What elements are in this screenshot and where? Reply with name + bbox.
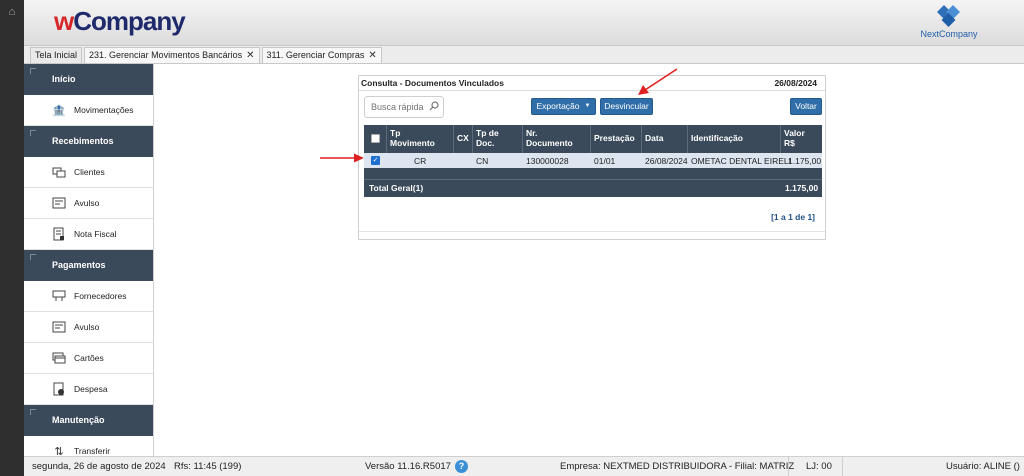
nextcompany-mark-icon (937, 5, 960, 27)
sidebar-item-movimentacoes[interactable]: 🏦 Movimentações (24, 95, 153, 126)
clients-icon (52, 165, 66, 179)
row-checkbox[interactable]: ✓ (371, 156, 380, 165)
cell-valor: 1.175,00 (788, 156, 822, 166)
caret-down-icon: ▼ (584, 103, 591, 110)
col-data[interactable]: Data (645, 133, 663, 143)
table-header: Tp Movimento CX Tp de Doc. Nr. Documento Pr… (364, 125, 822, 153)
documents-table: Tp Movimento CX Tp de Doc. Nr. Documento Pr… (364, 125, 822, 197)
cards-icon (52, 351, 66, 365)
nextcompany-logo: NextCompany (914, 5, 984, 41)
nextcompany-logo-text: NextCompany (920, 29, 978, 39)
back-button[interactable]: Voltar (790, 98, 822, 115)
footer-empresa: Empresa: NEXTMED DISTRIBUIDORA - Filial:… (560, 461, 795, 472)
footer-usuario: Usuário: ALINE () (946, 461, 1020, 472)
table-spacer (364, 168, 822, 179)
expense-icon (52, 382, 66, 396)
search-icon[interactable] (429, 101, 439, 111)
wcompany-logo: wCompany (54, 6, 186, 36)
sidebar-item-clientes[interactable]: Clientes (24, 157, 153, 188)
transfer-icon: ⇅ (54, 445, 64, 457)
sidebar: Início 🏦 Movimentações Recebimentos Clie… (24, 64, 154, 456)
tab-tela-inicial[interactable]: Tela Inicial (30, 47, 83, 63)
total-label: Total Geral(1) (369, 183, 424, 193)
sidebar-item-transferir[interactable]: ⇅ Transferir (24, 436, 153, 457)
cell-tp-doc: CN (476, 156, 489, 166)
sidebar-item-nota-fiscal[interactable]: Nota Fiscal (24, 219, 153, 250)
sidebar-item-cartoes[interactable]: Cartões (24, 343, 153, 374)
app-header: wCompany NextCompany (24, 0, 1024, 46)
total-value: 1.175,00 (785, 183, 819, 193)
tab-gerenciar-compras[interactable]: 311. Gerenciar Compras ✕ (261, 47, 382, 63)
col-tp-doc[interactable]: Tp de Doc. (476, 128, 499, 148)
cash-register-icon (52, 196, 66, 210)
export-button[interactable]: Exportação ▼ (531, 98, 596, 115)
col-nr-documento[interactable]: Nr. Documento (526, 128, 573, 148)
cash-register-icon (52, 320, 66, 334)
help-icon[interactable]: ? (455, 460, 468, 473)
cell-identificacao: OMETAC DENTAL EIRELI (691, 156, 791, 166)
status-bar: segunda, 26 de agosto de 2024 Rfs: 11:45… (24, 456, 1024, 476)
footer-rfs: Rfs: 11:45 (199) (174, 461, 242, 472)
sidebar-section-recebimentos[interactable]: Recebimentos (24, 126, 153, 157)
col-valor[interactable]: Valor R$ (784, 128, 805, 148)
col-tp-movimento[interactable]: Tp Movimento (390, 128, 435, 148)
cell-prestacao: 01/01 (594, 156, 616, 166)
documentos-vinculados-panel: Consulta - Documentos Vinculados 26/08/2… (358, 75, 826, 240)
sidebar-item-avulso-pagamento[interactable]: Avulso (24, 312, 153, 343)
cell-data: 26/08/2024 (645, 156, 688, 166)
footer-date: segunda, 26 de agosto de 2024 (32, 461, 166, 472)
sidebar-item-despesa[interactable]: Despesa (24, 374, 153, 405)
select-all-checkbox[interactable] (371, 134, 380, 143)
col-identificacao[interactable]: Identificação (691, 133, 743, 143)
tab-gerenciar-movimentos[interactable]: 231. Gerenciar Movimentos Bancários ✕ (84, 47, 260, 63)
footer-version: Versão 11.16.R5017 (365, 461, 451, 472)
sidebar-section-pagamentos[interactable]: Pagamentos (24, 250, 153, 281)
left-rail: ⌂ (0, 0, 24, 476)
table-row[interactable]: ✓ CR CN 130000028 01/01 26/08/2024 OMETA… (364, 153, 822, 168)
sidebar-item-avulso-recebimento[interactable]: Avulso (24, 188, 153, 219)
annotation-arrow-icon (320, 153, 364, 163)
home-icon[interactable]: ⌂ (6, 6, 18, 18)
bank-icon: 🏦 (52, 104, 66, 117)
invoice-icon (52, 227, 66, 241)
panel-title: Consulta - Documentos Vinculados (361, 78, 504, 88)
tab-bar: Tela Inicial 231. Gerenciar Movimentos B… (24, 46, 1024, 64)
col-prestacao[interactable]: Prestação (594, 133, 635, 143)
sidebar-section-manutencao[interactable]: Manutenção (24, 405, 153, 436)
table-footer: Total Geral(1) 1.175,00 (364, 179, 822, 197)
unlink-button[interactable]: Desvincular (600, 98, 653, 115)
panel-date: 26/08/2024 (774, 78, 817, 88)
close-icon[interactable]: ✕ (368, 48, 376, 63)
cell-tp-movimento: CR (414, 156, 427, 166)
sidebar-section-inicio[interactable]: Início (24, 64, 153, 95)
cell-nr-documento: 130000028 (526, 156, 569, 166)
panel-bottom-divider (359, 231, 825, 232)
col-cx[interactable]: CX (457, 133, 469, 143)
annotation-arrow-icon (638, 68, 678, 95)
sidebar-item-fornecedores[interactable]: Fornecedores (24, 281, 153, 312)
footer-lj: LJ: 00 (806, 461, 832, 472)
suppliers-icon (52, 289, 66, 303)
title-divider (359, 90, 825, 91)
close-icon[interactable]: ✕ (246, 48, 254, 63)
pagination-info: [1 a 1 de 1] (771, 212, 815, 222)
